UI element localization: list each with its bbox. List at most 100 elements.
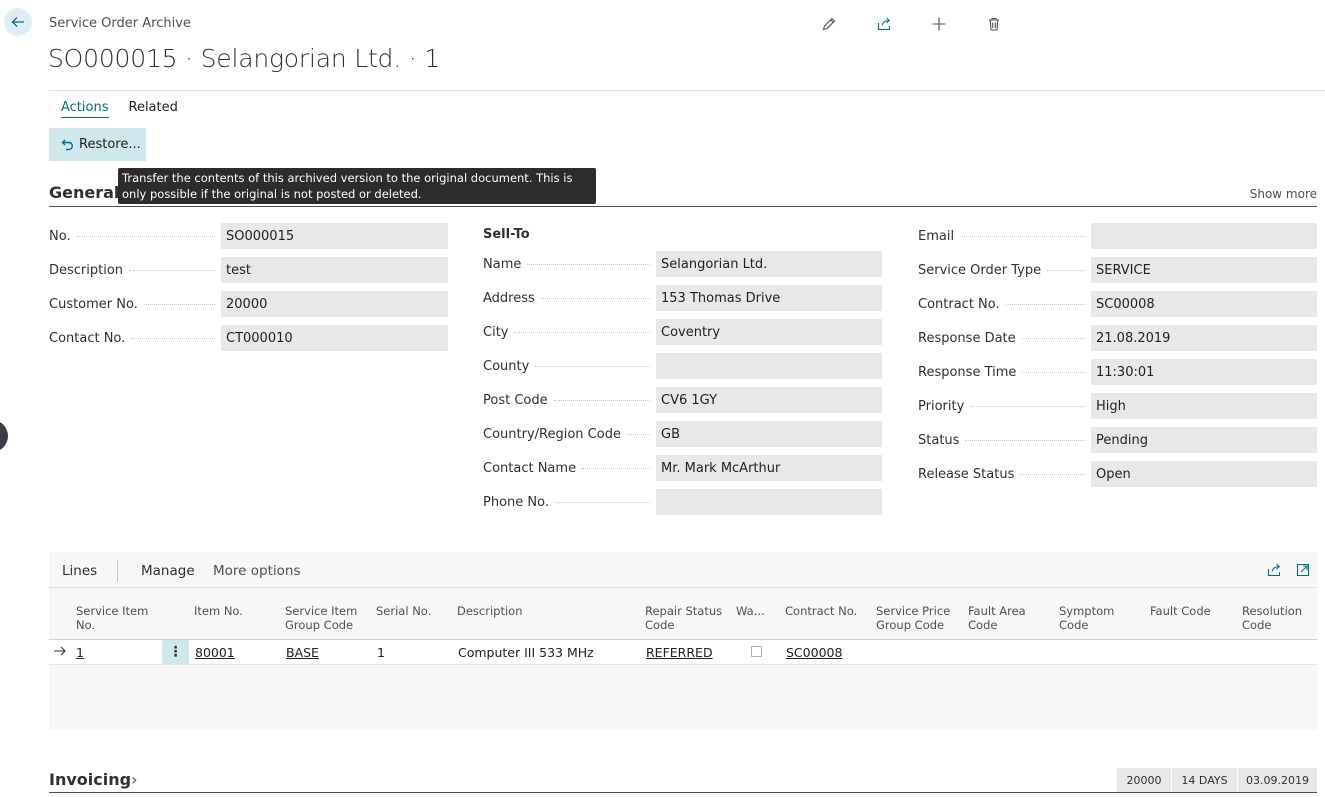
column-header-contract-no[interactable]: Contract No. [785,604,857,618]
plus-icon [932,17,946,31]
restore-tooltip: Transfer the contents of this archived v… [118,168,596,204]
expand-icon[interactable] [1295,562,1311,578]
response-date-value[interactable]: 21.08.2019 [1091,325,1317,351]
share-button[interactable] [873,13,928,35]
cell-repair-status[interactable]: REFERRED [646,645,713,660]
field-label: Country/Region Code [483,426,621,442]
field-priority: Priority High [918,393,1317,419]
column-header-repair-status-code[interactable]: Repair Status Code [645,604,722,632]
description-value[interactable]: test [221,257,448,283]
divider [117,560,118,582]
side-handle[interactable] [0,420,8,452]
column-header-fault-code[interactable]: Fault Code [1150,604,1211,618]
restore-button[interactable]: Restore... [49,128,146,161]
tab-actions[interactable]: Actions [61,100,109,118]
tab-related[interactable]: Related [129,100,178,118]
arrow-left-icon [11,17,24,27]
field-label: Response Date [918,330,1016,346]
column-header-item-no[interactable]: Item No. [194,604,243,618]
no-value[interactable]: SO000015 [221,223,448,249]
divider [49,587,1317,588]
sell-to-heading: Sell-To [483,227,530,242]
show-more-link[interactable]: Show more [1250,187,1317,201]
column-header-service-price-group-code[interactable]: Service Price Group Code [876,604,950,632]
share-icon [877,17,891,31]
field-label: Customer No. [49,296,138,312]
divider [49,639,1317,640]
cell-description: Computer III 533 MHz [458,645,594,660]
field-no: No. SO000015 [49,223,448,249]
email-value[interactable] [1091,223,1317,249]
new-button[interactable] [928,13,983,35]
status-value[interactable]: Pending [1091,427,1317,453]
column-header-symptom-code[interactable]: Symptom Code [1059,604,1114,632]
cell-item-no[interactable]: 80001 [195,645,235,660]
field-post-code: Post Code CV6 1GY [483,387,882,413]
field-label: City [483,324,509,340]
contact-no-value[interactable]: CT000010 [221,325,448,351]
general-section-title[interactable]: General [49,183,119,202]
field-county: County [483,353,882,379]
field-label: Status [918,432,960,448]
edit-button[interactable] [818,13,873,35]
lines-title[interactable]: Lines [62,563,97,579]
invoicing-summary-customer: 20000 [1116,768,1171,792]
field-status: Status Pending [918,427,1317,453]
manage-menu[interactable]: Manage [141,563,195,579]
column-header-fault-area-code[interactable]: Fault Area Code [968,604,1026,632]
field-label: Response Time [918,364,1017,380]
contact-name-value[interactable]: Mr. Mark McArthur [656,455,882,481]
cell-serial-no: 1 [377,645,385,660]
field-customer-no: Customer No. 20000 [49,291,448,317]
field-country-region-code: Country/Region Code GB [483,421,882,447]
column-header-group-code[interactable]: Service Item Group Code [285,604,357,632]
release-status-value[interactable]: Open [1091,461,1317,487]
invoicing-section-title[interactable]: Invoicing› [49,770,137,789]
divider [49,664,1317,665]
arrow-right-icon [54,646,66,656]
more-options-menu[interactable]: More options [213,563,300,579]
column-header-description[interactable]: Description [457,604,523,618]
divider [49,90,1325,91]
response-time-value[interactable]: 11:30:01 [1091,359,1317,385]
customer-no-value[interactable]: 20000 [221,291,448,317]
column-header-service-item-no[interactable]: Service Item No. [76,604,148,632]
page-toolbar [818,13,1038,35]
back-button[interactable] [4,8,32,36]
field-label: Service Order Type [918,262,1042,278]
column-header-resolution-code[interactable]: Resolution Code [1242,604,1302,632]
country-region-code-value[interactable]: GB [656,421,882,447]
field-label: Contact No. [49,330,126,346]
page-title: SO000015 · Selangorian Ltd. · 1 [48,44,440,73]
cell-contract-no[interactable]: SC00008 [786,645,842,660]
row-menu-button[interactable]: ⋮ [162,640,189,664]
name-value[interactable]: Selangorian Ltd. [656,251,882,277]
service-order-type-value[interactable]: SERVICE [1091,257,1317,283]
invoicing-summary-due-date: 03.09.2019 [1237,768,1317,792]
field-label: Address [483,290,535,306]
more-vertical-icon: ⋮ [168,644,183,660]
field-label: County [483,358,530,374]
field-response-time: Response Time 11:30:01 [918,359,1317,385]
field-label: Release Status [918,466,1015,482]
field-label: Contract No. [918,296,1000,312]
column-header-serial-no[interactable]: Serial No. [376,604,431,618]
field-address: Address 153 Thomas Drive [483,285,882,311]
warranty-checkbox[interactable] [751,646,762,657]
column-header-warranty[interactable]: Wa... [736,604,765,618]
cell-service-item-no[interactable]: 1 [76,645,84,660]
city-value[interactable]: Coventry [656,319,882,345]
priority-value[interactable]: High [1091,393,1317,419]
divider [49,792,1317,793]
share-icon[interactable] [1266,562,1282,578]
delete-button[interactable] [983,13,1038,35]
county-value[interactable] [656,353,882,379]
field-service-order-type: Service Order Type SERVICE [918,257,1317,283]
address-value[interactable]: 153 Thomas Drive [656,285,882,311]
cell-group-code[interactable]: BASE [286,645,319,660]
post-code-value[interactable]: CV6 1GY [656,387,882,413]
contract-no-value[interactable]: SC00008 [1091,291,1317,317]
field-description: Description test [49,257,448,283]
phone-no-value[interactable] [656,489,882,515]
field-email: Email [918,223,1317,249]
